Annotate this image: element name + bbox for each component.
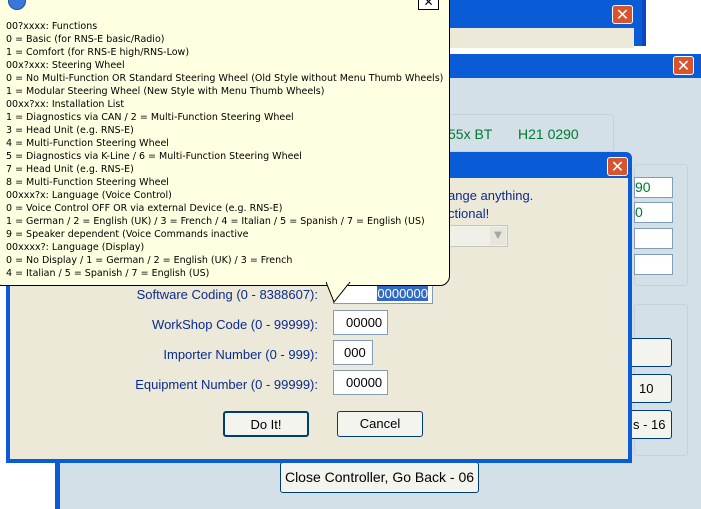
right-button-blank[interactable]	[630, 338, 672, 367]
equipment-number-input[interactable]: 00000	[333, 370, 388, 395]
right-field-1: 90	[634, 177, 673, 198]
tooltip-line: 00xxx?x: Language (Voice Control)	[6, 190, 172, 201]
tooltip-line: 0 = No Display / 1 = German / 2 = Englis…	[6, 255, 293, 266]
tooltip-line: 7 = Head Unit (e.g. RNS-E)	[6, 164, 134, 175]
tooltip-line: 1 = German / 2 = English (UK) / 3 = Fren…	[6, 216, 425, 227]
tooltip-line: 4 = Multi-Function Steering Wheel	[6, 138, 169, 149]
tooltip-line: 00x?xxx: Steering Wheel	[6, 60, 125, 71]
device-name: 55x BT	[448, 126, 493, 142]
tooltip-line: 0 = Voice Control OFF OR via external De…	[6, 203, 283, 214]
tooltip-line: 1 = Diagnostics via CAN / 2 = Multi-Func…	[6, 112, 294, 123]
tooltip-line: 00xxxx?: Language (Display)	[6, 242, 145, 253]
close-icon[interactable]: ✕	[673, 56, 694, 75]
close-icon[interactable]: ✕	[612, 5, 633, 24]
chevron-down-icon: ▼	[490, 227, 506, 245]
tooltip-line: 00?xxxx: Functions	[6, 21, 98, 32]
tooltip-text: 00?xxxx: Functions 0 = Basic (for RNS-E …	[6, 20, 443, 280]
right-button-10[interactable]: 10	[630, 374, 672, 403]
part-number: H21 0290	[518, 126, 579, 142]
close-controller-button[interactable]: Close Controller, Go Back - 06	[280, 462, 479, 493]
close-icon[interactable]: ✕	[418, 0, 439, 10]
tooltip-line: 0 = Basic (for RNS-E basic/Radio)	[6, 34, 165, 45]
right-field-4	[634, 254, 673, 275]
right-button-16[interactable]: s - 16	[630, 410, 672, 439]
tooltip-line: 8 = Multi-Function Steering Wheel	[6, 177, 169, 188]
equipment-number-label: Equipment Number (0 - 99999):	[135, 377, 318, 392]
software-coding-label: Software Coding (0 - 8388607):	[136, 287, 318, 302]
right-field-2: 0	[634, 202, 673, 223]
device-id-text: 55x BT H21 0290	[448, 126, 579, 142]
tooltip-line: 00xx?xx: Installation List	[6, 99, 125, 110]
disabled-dropdown: ▼	[448, 225, 508, 247]
tooltip-line: 9 = Speaker dependent (Voice Commands in…	[6, 229, 249, 240]
importer-number-input[interactable]: 000	[333, 340, 373, 365]
right-field-3	[634, 228, 673, 249]
close-icon[interactable]: ✕	[607, 157, 628, 176]
tooltip-pointer	[326, 282, 351, 303]
cancel-button[interactable]: Cancel	[337, 411, 423, 437]
tooltip-line: 5 = Diagnostics via K-Line / 6 = Multi-F…	[6, 151, 302, 162]
do-it-button[interactable]: Do It!	[223, 411, 309, 437]
tooltip-line: 4 = Italian / 5 = Spanish / 7 = English …	[6, 268, 210, 279]
workshop-code-input[interactable]: 00000	[333, 310, 388, 335]
workshop-code-label: WorkShop Code (0 - 99999):	[152, 317, 318, 332]
importer-number-label: Importer Number (0 - 999):	[163, 347, 318, 362]
warning-text-2: ctional!	[448, 206, 490, 221]
tooltip-line: 0 = No Multi-Function OR Standard Steeri…	[6, 73, 444, 84]
tooltip-line: 1 = Comfort (for RNS-E high/RNS-Low)	[6, 47, 190, 58]
software-coding-value: 0000000	[377, 286, 428, 301]
tooltip-line: 3 = Head Unit (e.g. RNS-E)	[6, 125, 134, 136]
warning-text-1: ange anything.	[448, 188, 534, 203]
tooltip-line: 1 = Modular Steering Wheel (New Style wi…	[6, 86, 325, 97]
